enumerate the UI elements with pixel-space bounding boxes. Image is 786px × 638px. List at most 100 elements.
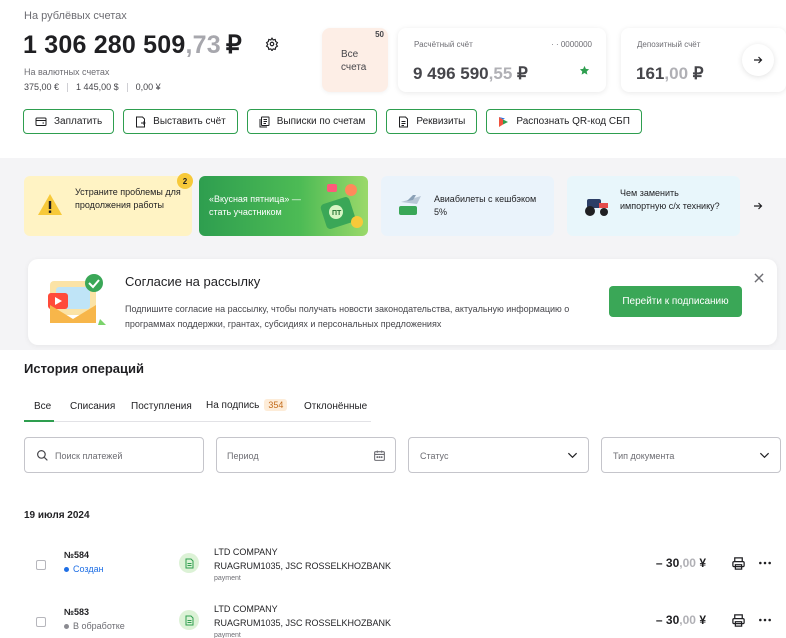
amount-decimal: 00	[682, 556, 696, 570]
all-accounts-label-line1: Все	[341, 49, 359, 60]
document-icon-badge	[179, 610, 199, 630]
balance-integer: 1 306 280 509	[23, 31, 186, 59]
more-options-icon[interactable]	[758, 556, 772, 570]
tab-rejected[interactable]: Отклонённые	[304, 401, 367, 412]
amount-decimal: 00	[669, 64, 689, 83]
promo-warning-card[interactable]: Устраните проблемы для продолжения работ…	[24, 176, 192, 236]
chevron-down-icon	[759, 452, 770, 459]
issue-invoice-button[interactable]: Выставить счёт	[123, 109, 238, 134]
tab-to-sign[interactable]: На подпись 354	[206, 399, 288, 411]
statements-label: Выписки по счетам	[276, 116, 366, 127]
requisites-icon	[399, 116, 409, 127]
document-icon	[185, 615, 193, 625]
sbp-icon	[499, 116, 509, 127]
history-tabs: Все Списания Поступления На подпись 354 О…	[24, 396, 371, 422]
operation-number: №583	[64, 607, 90, 617]
wallet-icon	[35, 117, 47, 126]
search-icon	[37, 450, 48, 461]
arrow-right-icon	[754, 56, 763, 64]
active-tab-indicator	[24, 420, 54, 422]
all-accounts-card[interactable]: 50 Все счета	[322, 28, 388, 92]
tab-all[interactable]: Все	[34, 401, 51, 412]
star-icon[interactable]	[579, 65, 590, 76]
counterparty-bank: RUAGRUM1035, JSC ROSSELKHOZBANK	[214, 561, 392, 571]
operation-amount: – 30,00 ¥	[656, 613, 706, 627]
requisites-label: Реквизиты	[416, 116, 466, 127]
operations-date-heading: 19 июля 2024	[24, 510, 90, 521]
quick-actions: Заплатить Выставить счёт Выписки по счет…	[23, 109, 642, 134]
promo-warning-badge: 2	[177, 173, 193, 189]
amount-currency: ₽	[517, 64, 528, 83]
amount-currency: ¥	[699, 613, 706, 627]
divider	[67, 82, 69, 92]
sbp-qr-button[interactable]: Распознать QR-код СБП	[486, 109, 642, 134]
promo-friday-card[interactable]: «Вкусная пятница» — стать участником ПТ	[199, 176, 368, 236]
more-options-icon[interactable]	[758, 613, 772, 627]
status-dot	[64, 567, 69, 573]
print-icon[interactable]	[731, 613, 746, 628]
status-text: В обработке	[73, 621, 125, 631]
amount-integer: – 30	[655, 556, 680, 570]
history-title: История операций	[24, 361, 145, 376]
accounts-count: 50	[375, 30, 384, 39]
accounts-next-button[interactable]	[742, 44, 774, 76]
account-balance: 161,00 ₽	[636, 64, 704, 84]
operation-row[interactable]: №583 В обработке LTD COMPANY RUAGRUM1035…	[24, 604, 786, 638]
tab-debits[interactable]: Списания	[70, 401, 115, 412]
go-to-signing-button[interactable]: Перейти к подписанию	[609, 286, 742, 317]
pay-button[interactable]: Заплатить	[23, 109, 115, 134]
statements-button[interactable]: Выписки по счетам	[246, 109, 378, 134]
promo-next-button[interactable]	[742, 190, 774, 222]
all-accounts-label: Все счета	[341, 48, 366, 74]
rub-accounts-label: На рублёвых счетах	[24, 10, 127, 22]
row-checkbox[interactable]	[36, 617, 46, 627]
operation-status: В обработке	[64, 621, 125, 631]
fx-balances: 375,00 € 1 445,00 $ 0,00 ¥	[24, 82, 161, 92]
print-icon[interactable]	[731, 556, 746, 571]
amount-decimal: 00	[682, 613, 696, 627]
issue-invoice-label: Выставить счёт	[153, 116, 226, 127]
status-placeholder: Статус	[420, 451, 449, 461]
operation-row[interactable]: №584 Создан LTD COMPANY RUAGRUM1035, JSC…	[24, 547, 786, 589]
calendar-icon	[374, 450, 385, 461]
search-input[interactable]: Поиск платежей	[24, 437, 204, 473]
tab-credits[interactable]: Поступления	[131, 401, 192, 412]
balance-decimal: 73	[192, 31, 221, 59]
fx-cny: 0,00 ¥	[135, 82, 161, 92]
promo-airtickets-text: Авиабилеты с кешбэком 5%	[434, 194, 537, 217]
period-field[interactable]: Период	[216, 437, 396, 473]
document-type-placeholder: Тип документа	[613, 451, 675, 461]
to-sign-count-badge: 354	[264, 399, 288, 411]
fx-accounts-label: На валютных счетах	[24, 67, 110, 77]
svg-text:ПТ: ПТ	[332, 210, 342, 217]
all-accounts-label-line2: счета	[341, 62, 367, 73]
balance-settings-button[interactable]	[262, 34, 282, 54]
promo-machinery-text: Чем заменить импортную с/х технику?	[620, 188, 720, 211]
account-name: Депозитный счёт	[637, 40, 701, 49]
status-select[interactable]: Статус	[408, 437, 589, 473]
gift-box-icon: ПТ	[320, 184, 363, 229]
sbp-qr-label: Распознать QR-код СБП	[516, 116, 630, 127]
row-checkbox[interactable]	[36, 560, 46, 570]
payment-purpose: payment	[214, 575, 241, 582]
account-number: · · 0000000	[551, 40, 592, 49]
invoice-icon	[136, 116, 146, 127]
payment-purpose: payment	[214, 632, 241, 638]
chevron-down-icon	[567, 452, 578, 459]
close-icon[interactable]	[752, 271, 766, 285]
promo-machinery-card[interactable]: Чем заменить импортную с/х технику?	[567, 176, 740, 236]
promo-warning-text: Устраните проблемы для продолжения работ…	[75, 187, 181, 210]
balance-section: На рублёвых счетах 1 306 280 509,73 ₽ На …	[0, 0, 786, 158]
document-icon-badge	[179, 553, 199, 573]
amount-currency: ₽	[692, 64, 704, 83]
status-text: Создан	[73, 564, 104, 574]
fx-eur: 375,00 €	[24, 82, 60, 92]
document-type-select[interactable]: Тип документа	[601, 437, 781, 473]
current-account-card[interactable]: Расчётный счёт · · 0000000 9 496 590,55 …	[398, 28, 606, 92]
requisites-button[interactable]: Реквизиты	[386, 109, 478, 134]
promo-airtickets-card[interactable]: Авиабилеты с кешбэком 5%	[381, 176, 554, 236]
balance-comma: ,	[185, 31, 193, 59]
tab-to-sign-label: На подпись	[206, 400, 260, 411]
amount-decimal: 55	[493, 64, 513, 83]
amount-integer: 9 496 590	[413, 64, 489, 83]
